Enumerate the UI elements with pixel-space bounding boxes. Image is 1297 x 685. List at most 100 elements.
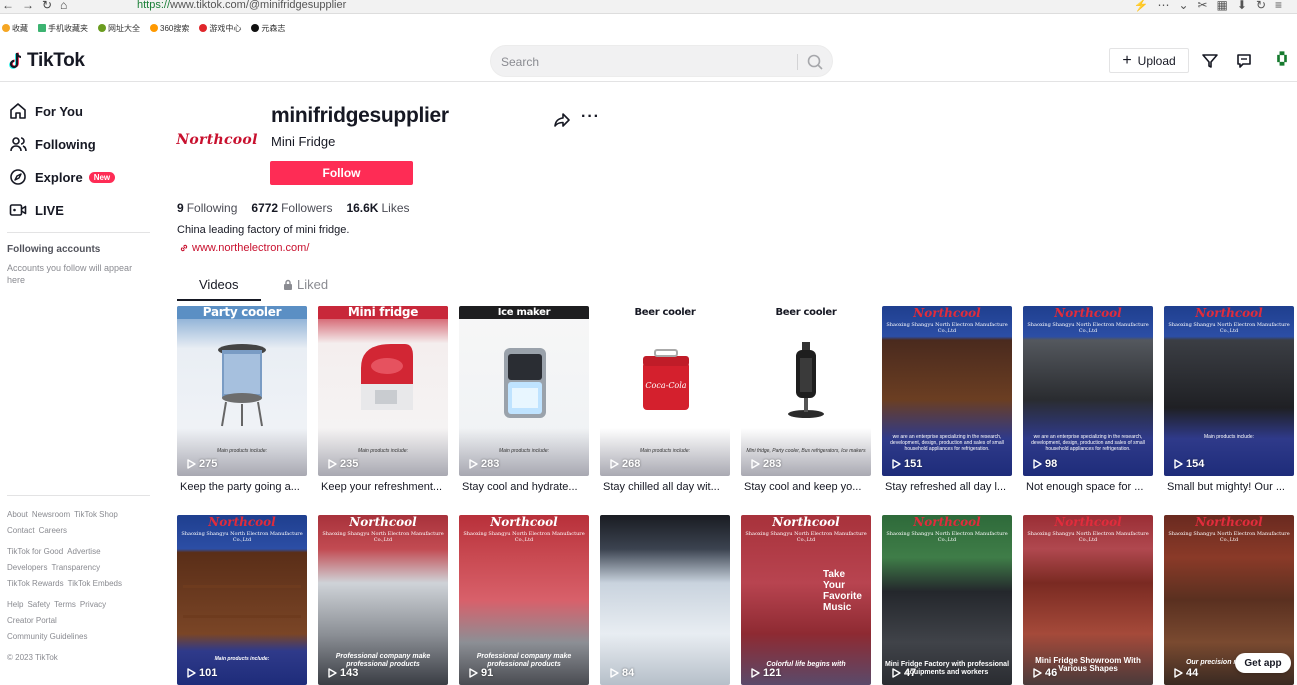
video-card[interactable]: Party cooler Main products include: 275 … <box>177 306 307 493</box>
profile-link[interactable]: www.northelectron.com/ <box>179 242 309 254</box>
footer-link[interactable]: Privacy <box>80 600 106 609</box>
sidebar-item-live[interactable]: LIVE <box>9 201 64 219</box>
tiktok-logo[interactable]: TikTok <box>8 50 85 72</box>
video-card[interactable]: Northcool Shaoxing Shangyu North Electro… <box>459 515 589 685</box>
footer-links-row: TikTok Rewards TikTok Embeds <box>7 579 126 588</box>
mini-fridge-image <box>361 344 413 410</box>
video-card[interactable]: 84 <box>600 515 730 685</box>
video-card[interactable]: Northcool Shaoxing Shangyu North Electro… <box>741 515 871 685</box>
view-count: 84 <box>610 667 634 679</box>
view-count: 235 <box>328 458 358 470</box>
svg-text:Coca-Cola: Coca-Cola <box>645 381 686 390</box>
footer-link[interactable]: Newsroom <box>32 510 70 519</box>
video-card[interactable]: Northcool Shaoxing Shangyu North Electro… <box>177 515 307 685</box>
tab-videos[interactable]: Videos <box>199 277 239 292</box>
following-count: 9 <box>177 201 184 215</box>
video-card[interactable]: Northcool Shaoxing Shangyu North Electro… <box>318 515 448 685</box>
followers-stat[interactable]: 6772 Followers <box>251 201 332 215</box>
view-count: 47 <box>892 667 916 679</box>
follow-button[interactable]: Follow <box>270 161 413 185</box>
sidebar-item-for-you[interactable]: For You <box>9 102 83 120</box>
thumbnail-overlay-text: Main products include: <box>498 448 550 454</box>
video-card[interactable]: Beer cooler Mini fridge, Party cooler, B… <box>741 306 871 493</box>
view-count-text: 268 <box>622 458 641 470</box>
footer-link[interactable]: Terms <box>54 600 76 609</box>
company-name: Shaoxing Shangyu North Electron Manufact… <box>745 531 867 543</box>
footer-link[interactable]: Careers <box>39 526 67 535</box>
video-card[interactable]: Northcool Shaoxing Shangyu North Electro… <box>1023 515 1153 685</box>
sidebar-item-following[interactable]: Following <box>9 135 96 153</box>
footer-link[interactable]: TikTok for Good <box>7 547 63 556</box>
view-count: 44 <box>1174 667 1198 679</box>
bookmark-item[interactable]: 游戏中心 <box>199 23 241 34</box>
view-count-text: 44 <box>1186 667 1199 679</box>
footer-links-row: Creator Portal <box>7 616 61 625</box>
share-icon[interactable] <box>553 111 571 129</box>
tab-liked[interactable]: Liked <box>283 277 328 292</box>
footer-links-row: TikTok for Good Advertise <box>7 547 105 556</box>
video-caption: Stay refreshed all day l... <box>885 481 1007 493</box>
footer-link[interactable]: About <box>7 510 28 519</box>
copyright-text: © 2023 TikTok <box>7 653 58 662</box>
following-stat[interactable]: 9 Following <box>177 201 237 215</box>
profile-link-text: www.northelectron.com/ <box>192 242 310 254</box>
browser-nav-buttons[interactable]: ←→↻⌂ <box>2 0 75 12</box>
view-count-text: 84 <box>622 667 635 679</box>
video-card[interactable]: Northcool Shaoxing Shangyu North Electro… <box>882 306 1012 493</box>
footer-link[interactable]: Transparency <box>51 563 100 572</box>
play-icon <box>1033 459 1042 469</box>
bookmark-item[interactable]: 360搜索 <box>150 23 189 34</box>
footer-link[interactable]: Creator Portal <box>7 616 57 625</box>
thumbnail-title: Party cooler <box>177 306 307 319</box>
party-cooler-image <box>218 344 266 427</box>
footer-link[interactable]: TikTok Embeds <box>68 579 122 588</box>
view-count-text: 283 <box>763 458 782 470</box>
footer-link[interactable]: Advertise <box>67 547 100 556</box>
search-input[interactable] <box>501 53 791 71</box>
get-app-button[interactable]: Get app <box>1235 653 1291 673</box>
play-icon <box>751 459 760 469</box>
likes-count: 16.6K <box>346 201 379 215</box>
video-card[interactable]: Northcool Shaoxing Shangyu North Electro… <box>1023 306 1153 493</box>
profile-avatar[interactable]: Northcool <box>176 100 257 180</box>
view-count: 46 <box>1033 667 1057 679</box>
thumbnail-title: Mini fridge <box>318 306 448 319</box>
view-count: 151 <box>892 458 922 470</box>
sidebar-item-label: LIVE <box>35 202 64 218</box>
video-card[interactable]: Ice maker Main products include: 283 Sta… <box>459 306 589 493</box>
user-avatar[interactable]: ▞▚ ▚▞ <box>1272 53 1292 69</box>
video-card[interactable]: Northcool Shaoxing Shangyu North Electro… <box>1164 306 1294 493</box>
video-card[interactable]: Beer cooler Coca-Cola Main products incl… <box>600 306 730 493</box>
search-icon[interactable] <box>805 52 825 72</box>
browser-toolbar: ←→↻⌂ https://www.tiktok.com/@minifridges… <box>0 0 1297 14</box>
bookmark-item[interactable]: 手机收藏夹 <box>38 23 88 34</box>
home-icon <box>10 103 26 119</box>
video-card[interactable]: Mini fridge Main products include: 235 K… <box>318 306 448 493</box>
browser-tools[interactable]: ⚡⋯⌄✂▦⬇↻≡ <box>1134 0 1292 12</box>
profile-username: minifridgesupplier <box>271 104 449 127</box>
bookmark-item[interactable]: 元森志 <box>251 23 285 34</box>
footer-link[interactable]: Contact <box>7 526 35 535</box>
address-bar[interactable]: https://www.tiktok.com/@minifridgesuppli… <box>137 0 346 11</box>
brand-logo-text: Northcool <box>1195 515 1263 529</box>
footer-link[interactable]: Community Guidelines <box>7 632 87 641</box>
more-options-icon[interactable]: ··· <box>581 108 600 126</box>
new-badge: New <box>88 171 116 183</box>
company-name: Shaoxing Shangyu North Electron Manufact… <box>1027 322 1149 334</box>
upload-button[interactable]: + Upload <box>1109 48 1189 73</box>
thumbnail-overlay-text: Main products include: <box>639 448 691 454</box>
play-icon <box>328 459 337 469</box>
bookmark-item[interactable]: 网址大全 <box>98 23 140 34</box>
footer-link[interactable]: Help <box>7 600 23 609</box>
beer-cooler-image: Coca-Cola <box>643 349 689 410</box>
footer-link[interactable]: TikTok Rewards <box>7 579 64 588</box>
video-card[interactable]: Northcool Shaoxing Shangyu North Electro… <box>882 515 1012 685</box>
inbox-filter-icon[interactable] <box>1201 52 1219 70</box>
messages-icon[interactable] <box>1235 52 1253 70</box>
footer-link[interactable]: TikTok Shop <box>74 510 118 519</box>
view-count: 283 <box>469 458 499 470</box>
footer-link[interactable]: Safety <box>27 600 50 609</box>
sidebar-item-explore[interactable]: Explore New <box>9 168 116 186</box>
footer-link[interactable]: Developers <box>7 563 47 572</box>
bookmark-item[interactable]: 收藏 <box>2 23 28 34</box>
